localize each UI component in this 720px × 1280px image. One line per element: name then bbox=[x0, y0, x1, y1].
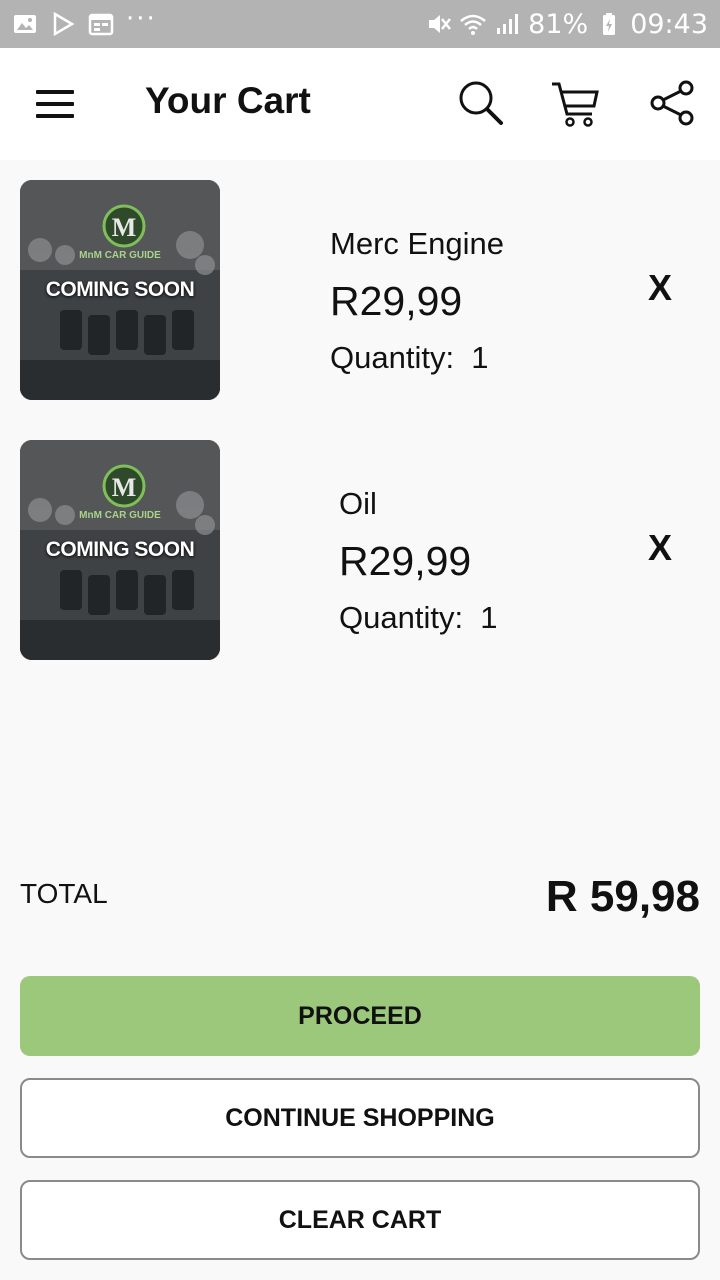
image-icon bbox=[12, 11, 38, 37]
clock: 09:43 bbox=[630, 8, 708, 40]
cart-item: M MnM CAR GUIDE COMING SOON Merc Engine … bbox=[0, 180, 720, 400]
more-notifications-icon: ··· bbox=[126, 4, 157, 34]
product-image: M MnM CAR GUIDE COMING SOON bbox=[20, 180, 220, 400]
total-label: TOTAL bbox=[20, 878, 108, 909]
continue-shopping-button[interactable]: CONTINUE SHOPPING bbox=[20, 1078, 700, 1158]
wifi-icon bbox=[460, 11, 486, 37]
item-quantity: Quantity: 1 bbox=[330, 340, 489, 375]
calendar-icon bbox=[88, 11, 114, 37]
remove-item-button[interactable]: X bbox=[640, 528, 680, 568]
signal-icon bbox=[494, 11, 520, 37]
item-quantity: Quantity: 1 bbox=[339, 600, 498, 635]
proceed-button[interactable]: PROCEED bbox=[20, 976, 700, 1056]
cart-icon[interactable] bbox=[550, 78, 600, 128]
share-icon[interactable] bbox=[648, 78, 698, 128]
coming-soon-label: COMING SOON bbox=[45, 278, 195, 301]
svg-text:M: M bbox=[112, 473, 137, 502]
battery-charging-icon bbox=[596, 11, 622, 37]
play-store-icon bbox=[50, 11, 76, 37]
app-bar: Your Cart bbox=[0, 48, 720, 160]
item-price: R29,99 bbox=[330, 278, 463, 324]
page-title: Your Cart bbox=[145, 80, 311, 121]
status-left: ··· bbox=[12, 6, 157, 37]
cart-item: M MnM CAR GUIDE COMING SOON Oil R29,99 Q… bbox=[0, 440, 720, 660]
coming-soon-label: COMING SOON bbox=[45, 538, 195, 561]
product-image: M MnM CAR GUIDE COMING SOON bbox=[20, 440, 220, 660]
remove-item-button[interactable]: X bbox=[640, 268, 680, 308]
item-name: Merc Engine bbox=[330, 226, 505, 261]
mute-icon bbox=[426, 11, 452, 37]
logo-text: MnM CAR GUIDE bbox=[79, 250, 161, 261]
item-name: Oil bbox=[339, 486, 377, 521]
search-icon[interactable] bbox=[456, 78, 506, 128]
status-bar: ··· 81% 09:43 bbox=[0, 0, 720, 48]
total-value: R 59,98 bbox=[545, 872, 700, 921]
clear-cart-button[interactable]: CLEAR CART bbox=[20, 1180, 700, 1260]
battery-percentage: 81% bbox=[528, 8, 589, 40]
status-right: 81% 09:43 bbox=[426, 9, 708, 40]
item-price: R29,99 bbox=[339, 538, 472, 584]
logo-text: MnM CAR GUIDE bbox=[79, 510, 161, 521]
svg-text:M: M bbox=[112, 213, 137, 242]
menu-icon[interactable] bbox=[30, 84, 82, 124]
